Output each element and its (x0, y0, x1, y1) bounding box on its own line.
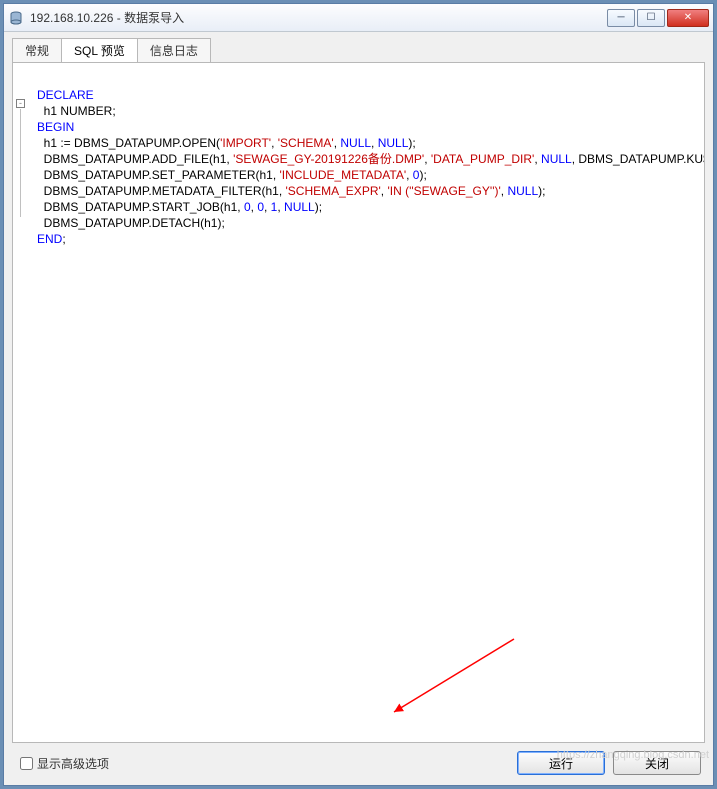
tab-bar: 常规 SQL 预览 信息日志 (12, 38, 705, 62)
close-button[interactable]: 关闭 (613, 751, 701, 775)
window-controls: ─ ☐ ✕ (607, 9, 709, 27)
tab-general[interactable]: 常规 (12, 38, 62, 62)
advanced-options-input[interactable] (20, 757, 33, 770)
bottom-bar: 显示高级选项 运行 关闭 (12, 743, 705, 777)
tab-sql-preview[interactable]: SQL 预览 (61, 38, 138, 62)
close-window-button[interactable]: ✕ (667, 9, 709, 27)
advanced-options-label: 显示高级选项 (37, 755, 109, 772)
window-title: 192.168.10.226 - 数据泵导入 (30, 9, 607, 26)
dialog-window: 192.168.10.226 - 数据泵导入 ─ ☐ ✕ 常规 SQL 预览 信… (3, 3, 714, 786)
tab-log[interactable]: 信息日志 (137, 38, 211, 62)
sql-editor[interactable]: - DECLARE h1 NUMBER; BEGIN h1 := DBMS_DA… (12, 62, 705, 743)
title-bar[interactable]: 192.168.10.226 - 数据泵导入 ─ ☐ ✕ (4, 4, 713, 32)
minimize-button[interactable]: ─ (607, 9, 635, 27)
advanced-options-checkbox[interactable]: 显示高级选项 (16, 754, 109, 773)
maximize-button[interactable]: ☐ (637, 9, 665, 27)
run-button[interactable]: 运行 (517, 751, 605, 775)
fold-toggle-icon[interactable]: - (16, 99, 25, 108)
code-content: DECLARE h1 NUMBER; BEGIN h1 := DBMS_DATA… (37, 71, 698, 263)
database-icon (8, 10, 24, 26)
client-area: 常规 SQL 预览 信息日志 - DECLARE h1 NUMBER; BEGI… (4, 32, 713, 785)
fold-gutter: - (13, 63, 31, 742)
